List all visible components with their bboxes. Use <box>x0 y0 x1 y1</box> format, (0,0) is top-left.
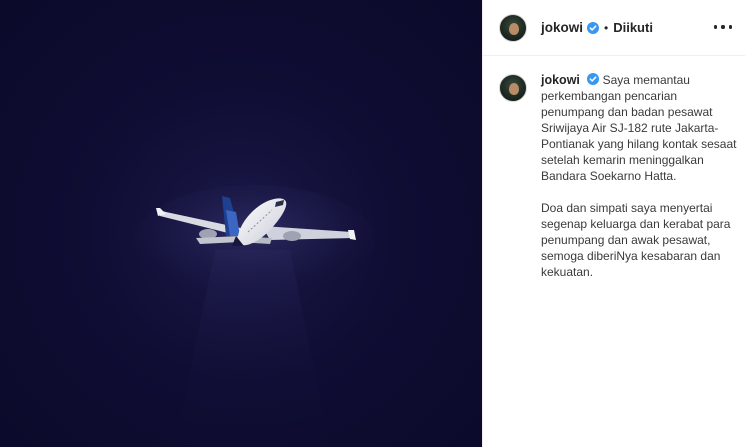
more-options-icon[interactable] <box>714 20 732 34</box>
verified-badge-icon <box>587 21 600 34</box>
post-caption: jokowi Saya memantau perkembangan pencar… <box>499 72 739 280</box>
post-header: jokowi • Diikuti <box>483 0 745 56</box>
caption-paragraph-1: Saya memantau perkembangan pencarian pen… <box>541 73 737 183</box>
author-username[interactable]: jokowi <box>541 20 583 35</box>
following-button[interactable]: Diikuti <box>613 20 653 35</box>
post-sidebar: jokowi • Diikuti jokowi Saya memantau pe… <box>482 0 745 447</box>
post-image[interactable] <box>0 0 482 447</box>
caption-body: jokowi Saya memantau perkembangan pencar… <box>541 72 739 280</box>
instagram-post: jokowi • Diikuti jokowi Saya memantau pe… <box>0 0 745 447</box>
avatar[interactable] <box>499 13 527 42</box>
caption-username[interactable]: jokowi <box>541 73 580 87</box>
airplane-illustration <box>135 185 375 447</box>
verified-badge-icon <box>587 73 600 85</box>
separator: • <box>604 20 609 35</box>
caption-avatar[interactable] <box>499 74 527 102</box>
caption-paragraph-2: Doa dan simpati saya menyertai segenap k… <box>541 201 731 279</box>
